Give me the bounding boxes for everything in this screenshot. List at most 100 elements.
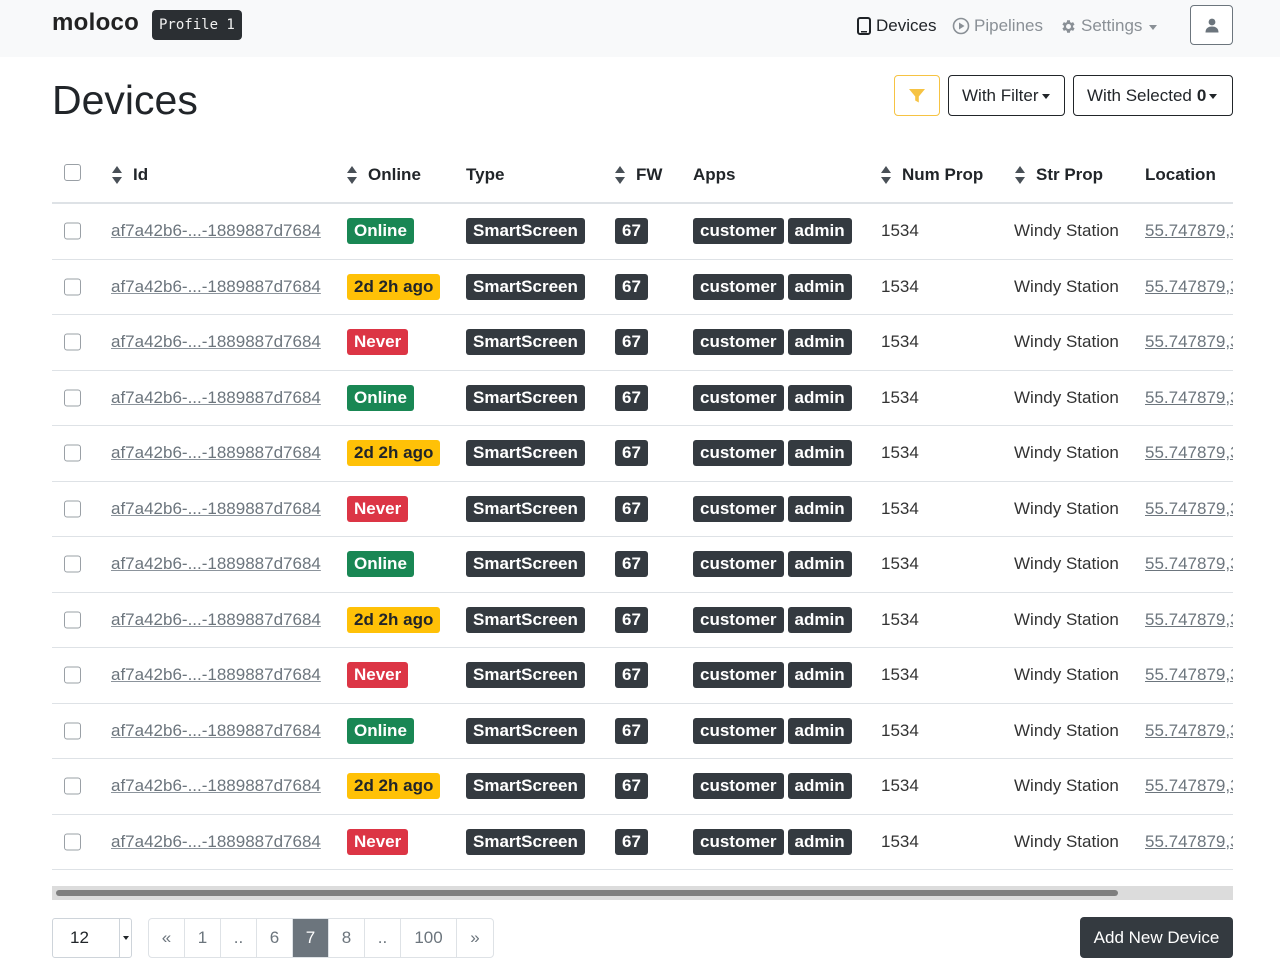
row-checkbox[interactable] (64, 611, 81, 629)
nav-devices[interactable]: Devices (856, 15, 936, 37)
location-link[interactable]: 55.747879,3 (1145, 610, 1233, 629)
str-prop-value: Windy Station (1014, 332, 1119, 352)
row-checkbox[interactable] (64, 389, 81, 407)
table-row: af7a42b6-...-1889887d7684 Online SmartScre… (52, 371, 1233, 426)
str-prop-value: Windy Station (1014, 831, 1119, 851)
profile-badge[interactable]: Profile 1 (152, 10, 242, 40)
user-icon (1205, 18, 1218, 33)
sort-icon (112, 166, 122, 184)
page-size-stepper[interactable]: 12 (52, 918, 132, 958)
app-badge: customer (693, 551, 784, 578)
column-header-fw[interactable]: FW (614, 165, 662, 185)
row-checkbox[interactable] (64, 500, 81, 518)
pagination-prev[interactable]: « (149, 919, 185, 957)
location-link[interactable]: 55.747879,3 (1145, 221, 1233, 240)
row-checkbox[interactable] (64, 777, 81, 795)
app-badge: admin (787, 551, 852, 578)
selected-count: 0 (1196, 85, 1207, 105)
row-checkbox[interactable] (64, 833, 81, 851)
str-prop-value: Windy Station (1014, 776, 1119, 796)
device-id-link[interactable]: af7a42b6-...-1889887d7684 (111, 665, 321, 684)
fw-badge: 67 (615, 773, 648, 800)
device-id-link[interactable]: af7a42b6-...-1889887d7684 (111, 388, 321, 407)
device-id-link[interactable]: af7a42b6-...-1889887d7684 (111, 221, 321, 240)
status-badge: 2d 2h ago (347, 773, 441, 800)
pagination-item[interactable]: 8 (329, 919, 365, 957)
column-header-str-prop[interactable]: Str Prop (1014, 165, 1103, 185)
fw-badge: 67 (615, 606, 648, 633)
num-prop-value: 1534 (881, 776, 919, 796)
location-link[interactable]: 55.747879,3 (1145, 721, 1233, 740)
row-checkbox[interactable] (64, 444, 81, 462)
row-checkbox[interactable] (64, 666, 81, 684)
nav-settings-label: Settings (1081, 16, 1143, 35)
brand-logo[interactable]: moloco (52, 9, 139, 37)
horizontal-scrollbar[interactable] (52, 886, 1233, 900)
fw-badge: 67 (615, 717, 648, 744)
device-id-link[interactable]: af7a42b6-...-1889887d7684 (111, 277, 321, 296)
select-all-checkbox[interactable] (64, 164, 81, 181)
app-badge: customer (693, 717, 784, 744)
device-id-link[interactable]: af7a42b6-...-1889887d7684 (111, 443, 321, 462)
status-badge: Online (347, 551, 414, 578)
str-prop-value: Windy Station (1014, 665, 1119, 685)
column-header-online[interactable]: Online (346, 165, 421, 185)
nav-settings-dropdown[interactable]: Settings (1060, 15, 1158, 37)
chevron-down-icon (1149, 24, 1158, 30)
scrollbar-thumb[interactable] (56, 890, 1118, 896)
row-checkbox[interactable] (64, 722, 81, 740)
num-prop-value: 1534 (881, 609, 919, 629)
table-row: af7a42b6-...-1889887d7684 2d 2h ago SmartS… (52, 260, 1233, 315)
pagination-item[interactable]: .. (365, 919, 401, 957)
row-checkbox[interactable] (64, 555, 81, 573)
nav-pipelines[interactable]: Pipelines (952, 15, 1043, 37)
device-id-link[interactable]: af7a42b6-...-1889887d7684 (111, 554, 321, 573)
location-link[interactable]: 55.747879,3 (1145, 443, 1233, 462)
location-link[interactable]: 55.747879,3 (1145, 832, 1233, 851)
pagination-item[interactable]: .. (221, 919, 257, 957)
device-id-link[interactable]: af7a42b6-...-1889887d7684 (111, 721, 321, 740)
pagination-item[interactable]: 100 (401, 919, 457, 957)
chevron-down-icon (122, 936, 129, 940)
filter-button[interactable] (894, 75, 940, 116)
row-checkbox[interactable] (64, 278, 81, 296)
location-link[interactable]: 55.747879,3 (1145, 332, 1233, 351)
with-filter-dropdown[interactable]: With Filter (948, 75, 1065, 116)
column-header-num-prop[interactable]: Num Prop (880, 165, 983, 185)
sort-icon (615, 166, 625, 184)
column-header-id[interactable]: Id (111, 165, 148, 185)
sort-icon (1015, 166, 1025, 184)
num-prop-value: 1534 (881, 498, 919, 518)
status-badge: 2d 2h ago (347, 606, 441, 633)
device-id-link[interactable]: af7a42b6-...-1889887d7684 (111, 610, 321, 629)
fw-badge: 67 (615, 495, 648, 522)
stepper-arrows[interactable] (119, 919, 131, 957)
type-badge: SmartScreen (466, 329, 585, 356)
device-id-link[interactable]: af7a42b6-...-1889887d7684 (111, 332, 321, 351)
location-link[interactable]: 55.747879,3 (1145, 499, 1233, 518)
location-link[interactable]: 55.747879,3 (1145, 554, 1233, 573)
num-prop-value: 1534 (881, 831, 919, 851)
device-id-link[interactable]: af7a42b6-...-1889887d7684 (111, 776, 321, 795)
device-id-link[interactable]: af7a42b6-...-1889887d7684 (111, 832, 321, 851)
with-selected-dropdown[interactable]: With Selected 0 (1073, 75, 1233, 116)
add-new-device-button[interactable]: Add New Device (1080, 917, 1233, 958)
fw-badge: 67 (615, 384, 648, 411)
location-link[interactable]: 55.747879,3 (1145, 388, 1233, 407)
num-prop-value: 1534 (881, 443, 919, 463)
row-checkbox[interactable] (64, 333, 81, 351)
pagination-item[interactable]: 6 (257, 919, 293, 957)
location-link[interactable]: 55.747879,3 (1145, 665, 1233, 684)
app-badge: admin (787, 329, 852, 356)
pagination-item[interactable]: 7 (293, 919, 329, 957)
user-menu-button[interactable] (1190, 5, 1233, 45)
pagination-next[interactable]: » (457, 919, 493, 957)
app-badge: admin (787, 828, 852, 855)
status-badge: Online (347, 384, 414, 411)
location-link[interactable]: 55.747879,3 (1145, 277, 1233, 296)
row-checkbox[interactable] (64, 222, 81, 240)
device-id-link[interactable]: af7a42b6-...-1889887d7684 (111, 499, 321, 518)
pagination-item[interactable]: 1 (185, 919, 221, 957)
location-link[interactable]: 55.747879,3 (1145, 776, 1233, 795)
app-badge: customer (693, 384, 784, 411)
